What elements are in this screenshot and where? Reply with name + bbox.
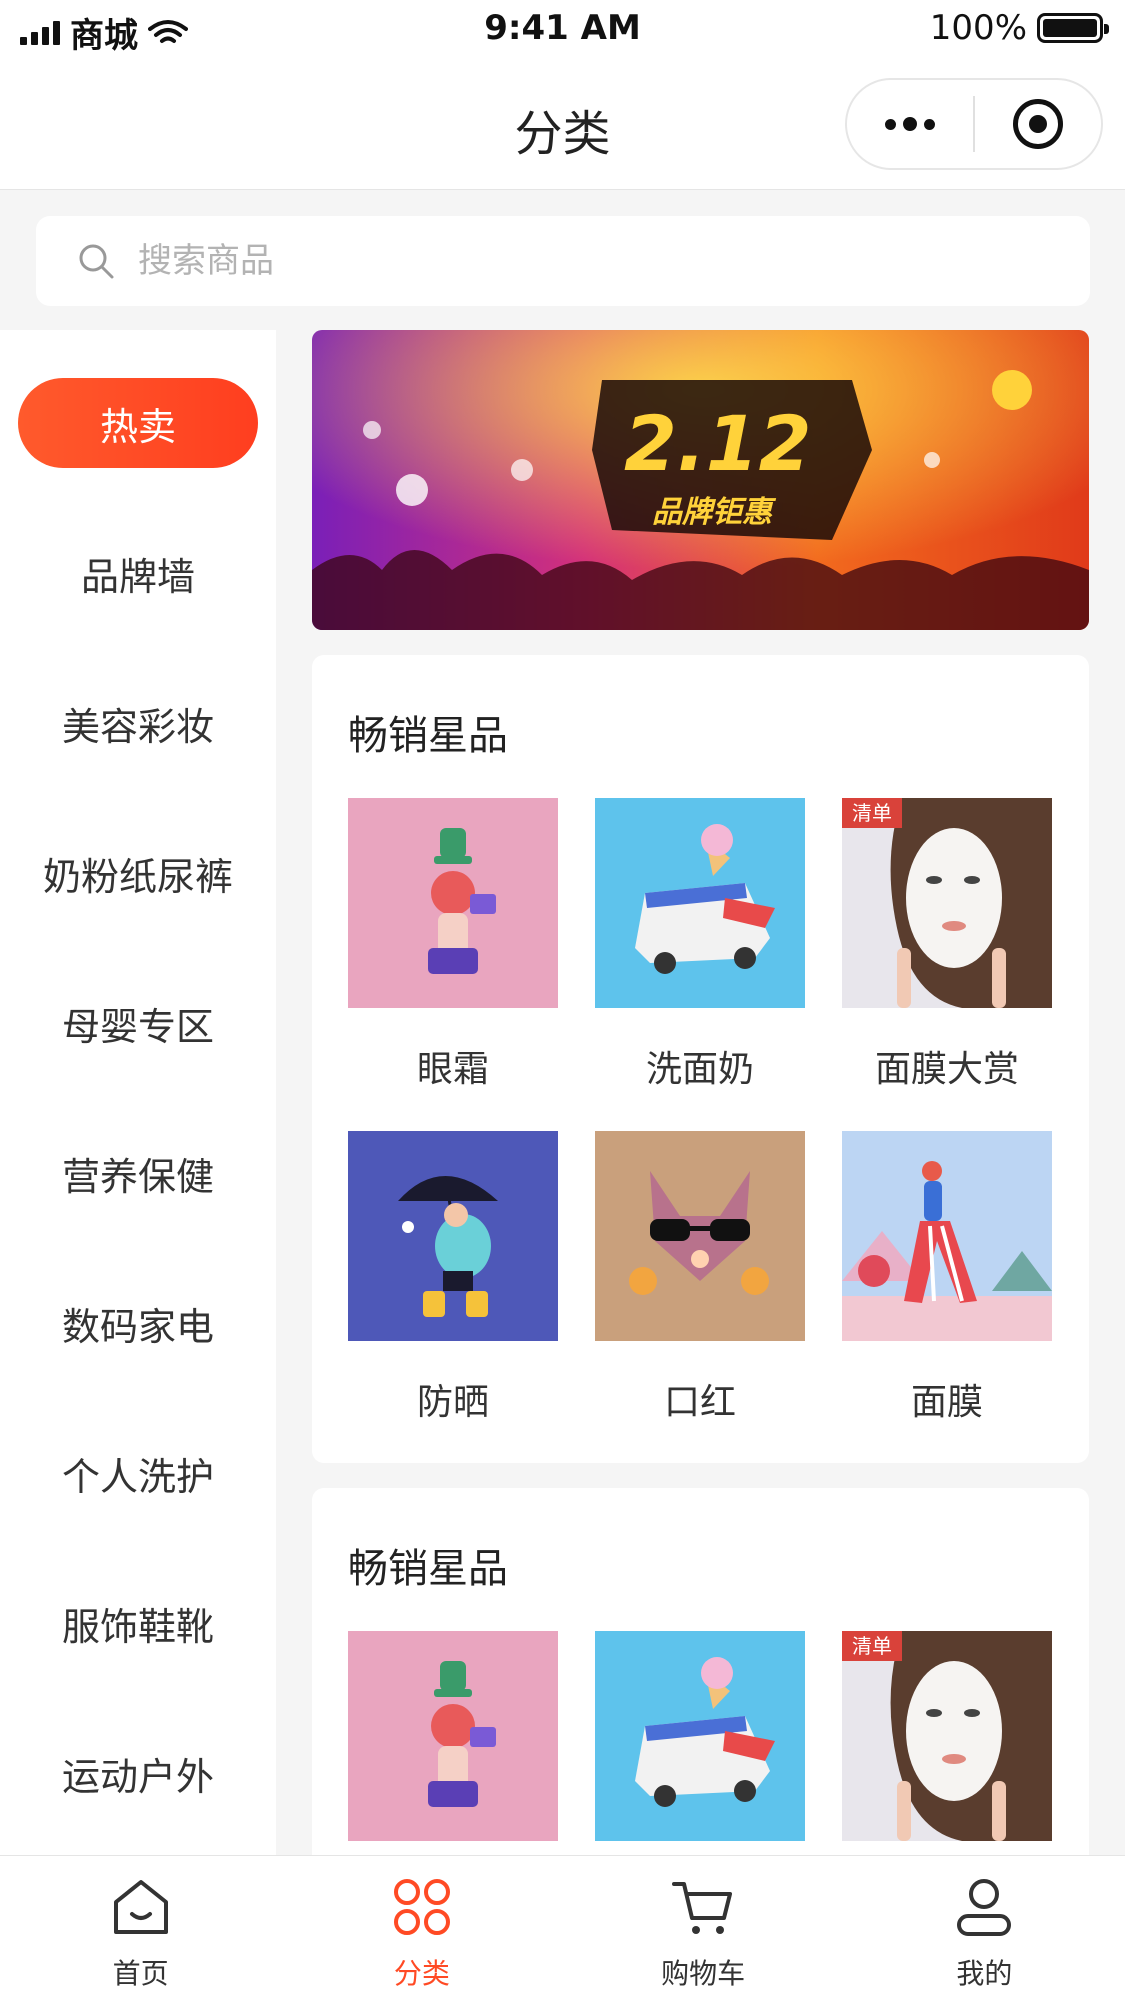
tab-label: 购物车 xyxy=(661,1957,746,1990)
sidebar-item-digital[interactable]: 数码家电 xyxy=(0,1278,276,1368)
sidebar-item-outdoor[interactable]: 运动户外 xyxy=(0,1728,276,1818)
close-button[interactable] xyxy=(975,80,1101,168)
sidebar-item-label: 服饰鞋靴 xyxy=(61,1604,214,1649)
product-image: 清单 xyxy=(842,798,1052,1008)
sidebar-item-personal-care[interactable]: 个人洗护 xyxy=(0,1428,276,1518)
sidebar-item-label: 个人洗护 xyxy=(61,1454,214,1499)
nav-bar: 分类 xyxy=(0,58,1125,190)
home-icon xyxy=(113,1880,168,1934)
sidebar-item-label: 运动户外 xyxy=(61,1754,214,1799)
sidebar-item-formula-diapers[interactable]: 奶粉纸尿裤 xyxy=(0,828,276,918)
battery-percent: 100% xyxy=(929,8,1027,48)
product-image xyxy=(595,798,805,1008)
sidebar-item-mother-baby[interactable]: 母婴专区 xyxy=(0,978,276,1068)
more-dots-icon xyxy=(885,117,935,131)
sidebar-item-label: 热卖 xyxy=(99,404,176,449)
tab-category[interactable]: 分类 xyxy=(281,1856,562,2001)
tab-bar: 首页 分类 购物车 我的 xyxy=(0,1855,1125,2001)
product-image xyxy=(348,1131,558,1341)
product-image xyxy=(348,798,558,1008)
sidebar-item-label: 营养保健 xyxy=(61,1154,214,1199)
tab-label: 我的 xyxy=(956,1957,1013,1990)
mini-program-capsule xyxy=(845,78,1103,170)
battery-icon xyxy=(1037,13,1109,43)
product-item[interactable]: 清单 面膜大赏 xyxy=(842,798,1052,1090)
product-item[interactable]: 眼霜 xyxy=(348,798,558,1090)
product-image xyxy=(842,1131,1052,1341)
product-section: 畅销星品 眼霜 洗面奶 清单 面膜大赏 防晒 口红 面膜 xyxy=(312,655,1089,1463)
product-image: 清单 xyxy=(842,1631,1052,1841)
more-button[interactable] xyxy=(847,80,973,168)
promo-banner[interactable]: 2.12 品牌钜惠 xyxy=(312,330,1089,630)
category-sidebar: 热卖 品牌墙 美容彩妆 奶粉纸尿裤 母婴专区 营养保健 数码家电 个人洗护 服饰… xyxy=(0,330,276,1855)
product-item[interactable]: 清单 xyxy=(842,1631,1052,1841)
product-item[interactable] xyxy=(595,1631,805,1841)
section-title: 畅销星品 xyxy=(348,713,508,759)
banner-title: 2.12 xyxy=(624,399,812,488)
tab-home[interactable]: 首页 xyxy=(0,1856,281,2001)
product-section: 畅销星品 清单 xyxy=(312,1488,1089,1888)
banner-subtitle: 品牌钜惠 xyxy=(652,495,777,530)
search-bar[interactable] xyxy=(36,216,1090,306)
sidebar-item-apparel[interactable]: 服饰鞋靴 xyxy=(0,1578,276,1668)
product-image xyxy=(595,1131,805,1341)
product-label: 口红 xyxy=(663,1382,736,1423)
sidebar-item-label: 美容彩妆 xyxy=(61,704,214,749)
product-label: 洗面奶 xyxy=(645,1049,754,1090)
tab-label: 分类 xyxy=(393,1957,450,1990)
section-title: 畅销星品 xyxy=(348,1546,508,1592)
profile-icon xyxy=(957,1879,1012,1936)
status-bar: 商城 9:41 AM 100% xyxy=(0,0,1125,58)
product-image xyxy=(348,1631,558,1841)
product-item[interactable]: 防晒 xyxy=(348,1131,558,1423)
status-right: 100% xyxy=(929,8,1109,48)
sidebar-item-brand-wall[interactable]: 品牌墙 xyxy=(0,528,276,618)
product-item[interactable]: 洗面奶 xyxy=(595,798,805,1090)
product-label: 防晒 xyxy=(416,1382,489,1423)
cart-icon xyxy=(672,1882,733,1934)
sidebar-item-nutrition[interactable]: 营养保健 xyxy=(0,1128,276,1218)
search-icon xyxy=(79,244,114,279)
category-icon xyxy=(393,1879,450,1935)
banner-image: 2.12 品牌钜惠 xyxy=(312,330,1089,630)
search-input[interactable] xyxy=(138,241,938,281)
product-label: 面膜 xyxy=(910,1382,983,1423)
tab-label: 首页 xyxy=(112,1957,169,1990)
product-item[interactable]: 口红 xyxy=(595,1131,805,1423)
sidebar-item-label: 母婴专区 xyxy=(61,1004,214,1049)
sidebar-item-hot[interactable]: 热卖 xyxy=(18,378,258,468)
sidebar-item-label: 数码家电 xyxy=(61,1304,214,1349)
product-label: 眼霜 xyxy=(416,1049,489,1090)
target-icon xyxy=(1013,99,1063,149)
product-tag: 清单 xyxy=(842,1631,902,1661)
tab-cart[interactable]: 购物车 xyxy=(563,1856,844,2001)
sidebar-item-label: 品牌墙 xyxy=(80,554,195,599)
product-tag: 清单 xyxy=(842,798,902,828)
product-label: 面膜大赏 xyxy=(874,1049,1019,1090)
product-item[interactable]: 面膜 xyxy=(842,1131,1052,1423)
sidebar-item-beauty[interactable]: 美容彩妆 xyxy=(0,678,276,768)
sidebar-item-label: 奶粉纸尿裤 xyxy=(42,854,233,899)
product-item[interactable] xyxy=(348,1631,558,1841)
tab-profile[interactable]: 我的 xyxy=(844,1856,1125,2001)
product-image xyxy=(595,1631,805,1841)
